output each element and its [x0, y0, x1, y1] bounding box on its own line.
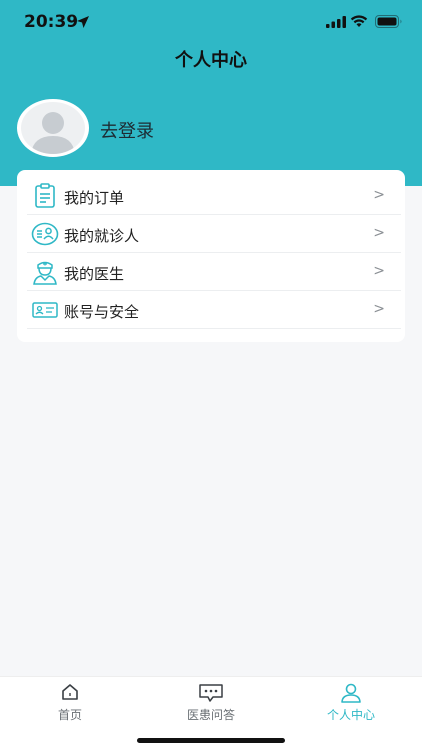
doctor-icon: [33, 261, 57, 285]
tab-profile[interactable]: 个人中心: [281, 677, 421, 733]
tab-label: 首页: [57, 708, 82, 722]
chevron-right-icon: >: [373, 301, 385, 317]
id-card-icon: [32, 302, 58, 318]
menu-item-doctors[interactable]: 我的医生 >: [27, 253, 401, 291]
wifi-icon: [350, 15, 368, 27]
page-title: 个人中心: [175, 50, 247, 71]
menu-item-label: 我的订单: [64, 189, 125, 207]
menu-item-patients[interactable]: 我的就诊人 >: [27, 215, 401, 253]
user-icon: [341, 683, 361, 703]
cellular-signal-icon: [326, 16, 346, 28]
menu-card: 我的订单 > 我的就诊人 > 我的医生 > 账号与安全 >: [17, 170, 405, 342]
menu-item-orders[interactable]: 我的订单 >: [27, 177, 401, 215]
menu-item-label: 我的医生: [64, 265, 125, 283]
chevron-right-icon: >: [373, 263, 385, 279]
tab-qa[interactable]: 医患问答: [141, 677, 281, 733]
clipboard-icon: [35, 183, 55, 208]
tab-label: 医患问答: [186, 708, 235, 722]
status-bar: 20:39: [0, 0, 422, 44]
avatar[interactable]: [17, 99, 89, 157]
patient-list-icon: [31, 222, 59, 246]
chevron-right-icon: >: [373, 187, 385, 203]
chat-bubble-icon: [199, 684, 223, 702]
battery-icon: [375, 15, 402, 28]
chevron-right-icon: >: [373, 225, 385, 241]
default-avatar-icon: [31, 112, 75, 154]
header-banner: 20:39 个人中心 去登录: [0, 0, 422, 186]
status-time: 20:39: [24, 12, 79, 32]
menu-item-account-security[interactable]: 账号与安全 >: [27, 291, 401, 329]
home-indicator: [137, 738, 285, 743]
location-arrow-icon: [77, 16, 89, 28]
menu-item-label: 账号与安全: [64, 303, 140, 321]
menu-item-label: 我的就诊人: [64, 227, 140, 245]
tab-home[interactable]: 首页: [0, 677, 140, 733]
home-icon: [62, 684, 78, 700]
tab-label: 个人中心: [326, 708, 375, 722]
login-link[interactable]: 去登录: [100, 117, 154, 143]
